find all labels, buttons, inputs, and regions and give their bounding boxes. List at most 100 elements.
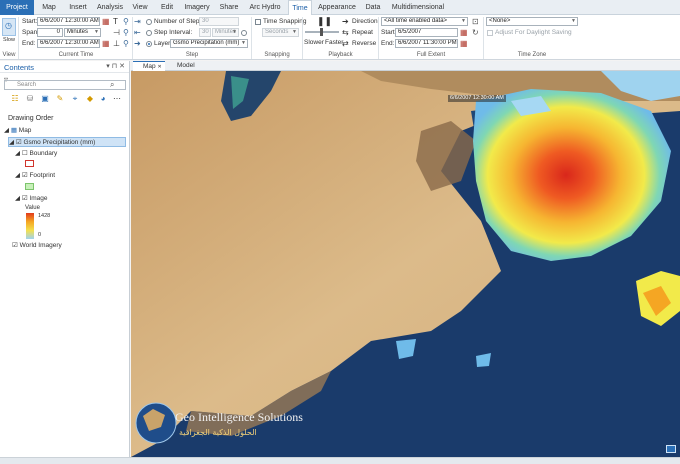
list-by-selection-icon[interactable]: ▣: [40, 94, 50, 104]
speed-slider-thumb[interactable]: [320, 28, 323, 36]
link-icon[interactable]: ⚲: [123, 17, 129, 26]
tab-map[interactable]: Map: [38, 0, 60, 15]
boundary-label: Boundary: [29, 150, 58, 157]
time-zone-group-label: Time Zone: [517, 52, 547, 58]
view-tab-model[interactable]: Model: [167, 61, 203, 71]
layer-select[interactable]: Gsmo Precipitation (mm) ▼: [170, 39, 248, 48]
snapping-unit-value: Seconds: [265, 29, 289, 35]
map-icon: ▦: [10, 127, 17, 134]
boundary-checkbox[interactable]: ☐: [22, 150, 28, 157]
full-extent-select[interactable]: <All time enabled data> ▼: [381, 17, 468, 26]
basemap-checkbox[interactable]: ☑: [12, 242, 18, 249]
step-interval-unit-select[interactable]: Minutes ▼: [212, 28, 239, 37]
map-node[interactable]: ◢ ▦ Map: [4, 126, 31, 134]
view-tab-map[interactable]: Map ✕: [133, 61, 165, 71]
footprint-node[interactable]: ◢ ☑ Footprint: [15, 171, 55, 179]
tab-view[interactable]: View: [130, 0, 150, 15]
pane-menu-icon[interactable]: ▾ ⊓ ✕: [106, 62, 125, 70]
tab-data[interactable]: Data: [362, 0, 384, 15]
map-node-label: Map: [18, 127, 32, 134]
tab-insert[interactable]: Insert: [66, 0, 90, 15]
reverse-label[interactable]: Reverse: [352, 40, 376, 47]
tab-appearance[interactable]: Appearance: [317, 0, 357, 15]
layer-node[interactable]: ◢ ☑ Gsmo Precipitation (mm): [8, 137, 126, 147]
refresh-icon[interactable]: ↻: [472, 28, 479, 37]
footprint-swatch: [25, 183, 34, 190]
image-checkbox[interactable]: ☑: [22, 195, 28, 202]
direction-icon[interactable]: ➔: [342, 17, 349, 26]
snapping-unit-select[interactable]: Seconds ▼: [262, 28, 299, 37]
end-time-label: End:: [22, 40, 36, 47]
direction-label[interactable]: Direction: [352, 18, 378, 25]
map-navigator-icon[interactable]: [666, 445, 676, 453]
reset-icon[interactable]: [241, 30, 247, 36]
basemap-node[interactable]: ☑ World Imagery: [12, 241, 62, 249]
search-input[interactable]: Search: [4, 80, 126, 90]
step-interval-radio[interactable]: [146, 30, 152, 36]
slow-label: Slow: [3, 37, 15, 43]
drawing-order-label: Drawing Order: [8, 115, 54, 122]
image-node[interactable]: ◢ ☑ Image: [15, 194, 48, 202]
tab-share[interactable]: Share: [218, 0, 240, 15]
chevron-down-icon: ▼: [571, 18, 576, 24]
tab-arc-hydro[interactable]: Arc Hydro: [248, 0, 282, 15]
map-canvas: Geo Intelligence Solutions الحلول الذكية…: [131, 71, 680, 457]
calendar-icon[interactable]: ▦: [460, 28, 468, 37]
span-value-field[interactable]: 0: [37, 28, 63, 37]
list-by-charts-icon[interactable]: ◕: [98, 94, 108, 104]
step-forward-icon[interactable]: ⇥: [134, 17, 141, 26]
link-icon[interactable]: ⚲: [123, 28, 129, 37]
calendar-icon[interactable]: ▦: [102, 17, 110, 26]
extent-end-field[interactable]: 6/6/2007 11:30:00 PM: [395, 39, 458, 48]
span-unit-select[interactable]: Minutes ▼: [64, 28, 101, 37]
precip-cell: [396, 339, 416, 359]
repeat-label[interactable]: Repeat: [352, 29, 373, 36]
map-view[interactable]: Geo Intelligence Solutions الحلول الذكية…: [131, 71, 680, 457]
pin-end-icon[interactable]: ⊥: [113, 39, 120, 48]
number-of-steps-radio[interactable]: [146, 19, 152, 25]
search-icon[interactable]: ⌕: [110, 80, 114, 89]
full-extent-group-label: Full Extent: [416, 52, 446, 58]
repeat-icon[interactable]: ⇆: [342, 28, 349, 37]
value-max-label: 1428: [38, 213, 51, 219]
layer-arrow-icon[interactable]: ➜: [134, 39, 141, 48]
list-by-snapping-icon[interactable]: ⌖: [70, 94, 80, 104]
tab-imagery[interactable]: Imagery: [183, 0, 211, 15]
close-icon[interactable]: ✕: [157, 64, 161, 70]
time-zone-select[interactable]: <None> ▼: [486, 17, 578, 26]
contents-header: Contents ▾ ⊓ ✕: [0, 61, 129, 73]
time-snapping-checkbox[interactable]: [255, 19, 261, 25]
list-by-editing-icon[interactable]: ✎: [55, 94, 65, 104]
tab-project[interactable]: Project: [0, 0, 34, 15]
list-by-labeling-icon[interactable]: ◆: [85, 94, 95, 104]
pause-icon[interactable]: ❚❚: [317, 17, 332, 26]
lock-icon[interactable]: ⊡: [472, 17, 479, 26]
tab-multidimensional[interactable]: Multidimensional: [390, 0, 446, 15]
start-time-field[interactable]: 6/6/2007 12:30:00 AM: [37, 17, 100, 26]
calendar-icon[interactable]: ▦: [102, 39, 110, 48]
footprint-checkbox[interactable]: ☑: [22, 172, 28, 179]
extent-start-field[interactable]: 6/5/2007: [395, 28, 458, 37]
tab-edit[interactable]: Edit: [157, 0, 177, 15]
number-of-steps-field[interactable]: 30: [199, 17, 239, 26]
calendar-icon[interactable]: ▦: [460, 39, 468, 48]
layer-radio[interactable]: [146, 41, 152, 47]
time-extent-label: 6/6/2007 12:30:00 AM: [448, 95, 506, 102]
step-interval-value[interactable]: 30: [199, 28, 211, 37]
step-interval-label: Step Interval:: [154, 29, 193, 36]
layer-visible-checkbox[interactable]: ☑: [16, 139, 22, 146]
list-by-drawing-order-icon[interactable]: ☷: [10, 94, 20, 104]
more-options-icon[interactable]: ⋯: [112, 94, 122, 104]
end-time-field[interactable]: 6/6/2007 12:30:00 AM: [37, 39, 100, 48]
tab-time[interactable]: Time: [288, 0, 312, 16]
step-back-icon[interactable]: ⇤: [134, 28, 141, 37]
daylight-saving-checkbox[interactable]: [487, 30, 493, 36]
boundary-node[interactable]: ◢ ☐ Boundary: [15, 149, 57, 157]
watermark-arabic: الحلول الذكية الجغرافية: [179, 428, 257, 437]
link-icon[interactable]: ⚲: [123, 39, 129, 48]
list-by-source-icon[interactable]: ⛁: [25, 94, 35, 104]
tab-analysis[interactable]: Analysis: [96, 0, 124, 15]
reverse-icon[interactable]: ⇄: [342, 39, 349, 48]
lock-span-icon[interactable]: ⊣: [113, 28, 120, 37]
pin-start-icon[interactable]: T: [113, 17, 118, 26]
